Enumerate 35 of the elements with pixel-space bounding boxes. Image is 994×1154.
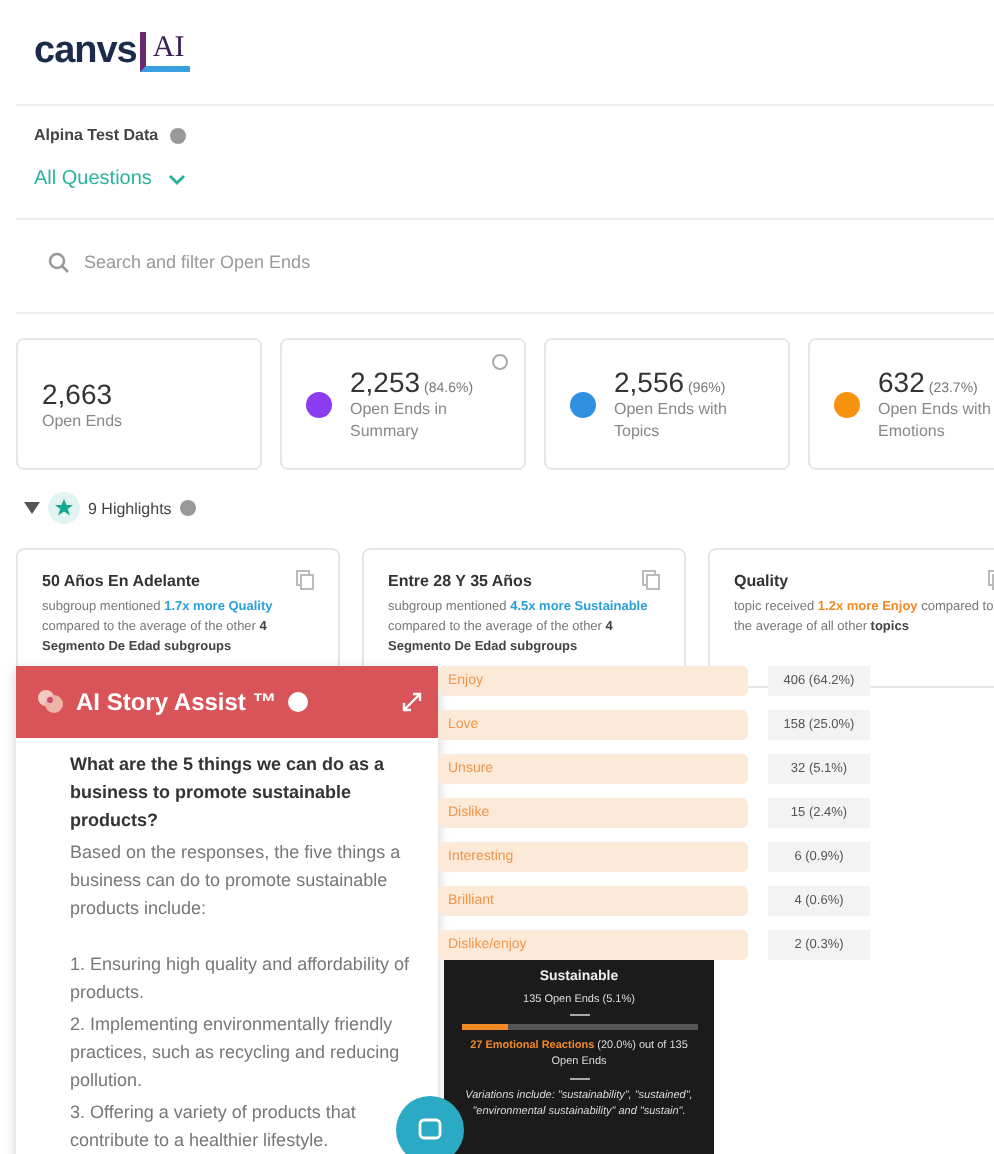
stat-label: Open Ends with Topics: [614, 398, 729, 442]
question-text: What are the 5 things we can do as a business to promote sustainable products?: [70, 752, 387, 834]
collapse-toggle-icon[interactable]: [24, 502, 40, 514]
copy-icon[interactable]: [296, 570, 314, 590]
answer-text: 1. Ensuring high quality and affordability of products.: [70, 952, 411, 1006]
dataset-name: Alpina Test Data: [34, 126, 159, 144]
search-icon: [48, 251, 70, 273]
expand-icon[interactable]: [402, 692, 422, 712]
info-icon[interactable]: [170, 127, 187, 143]
highlight-title: Entre 28 Y 35 Años: [388, 571, 532, 589]
copy-icon[interactable]: [642, 570, 660, 590]
question-dropdown[interactable]: All Questions: [34, 168, 186, 190]
stat-label: Open Ends: [42, 409, 125, 431]
stat-value: 2,663: [42, 377, 113, 409]
answer-text: Based on the responses, the five things a business can do to promote sustainable products include:: [70, 840, 403, 922]
stat-value: 632: [878, 366, 925, 398]
highlight-title: 50 Años En Adelante: [42, 571, 200, 589]
chat-icon: [418, 1118, 442, 1142]
highlight-title: Quality: [734, 571, 789, 589]
info-icon[interactable]: [492, 354, 508, 370]
answer-text: 2. Implementing environmentally friendly practices, such as recycling and reducing pollution.: [70, 1012, 402, 1094]
info-icon[interactable]: [288, 692, 309, 712]
logo-wordmark: canvs: [34, 30, 137, 74]
info-icon[interactable]: [179, 500, 196, 516]
panel-title: AI Story Assist ™: [76, 688, 277, 716]
stat-icon: [570, 391, 596, 417]
stat-label: Open Ends with Emotions: [878, 398, 993, 442]
stat-icon: [306, 391, 332, 417]
answer-text: 3. Offering a variety of products that contribute to a healthier lifestyle.: [70, 1100, 358, 1154]
stat-icon: [834, 391, 860, 417]
stat-value: 2,556: [614, 366, 685, 398]
highlights-label: 9 Highlights: [88, 499, 172, 517]
logo-badge: AI: [140, 32, 191, 72]
stat-label: Open Ends in Summary: [350, 398, 449, 442]
stat-value: 2,253: [350, 366, 421, 398]
